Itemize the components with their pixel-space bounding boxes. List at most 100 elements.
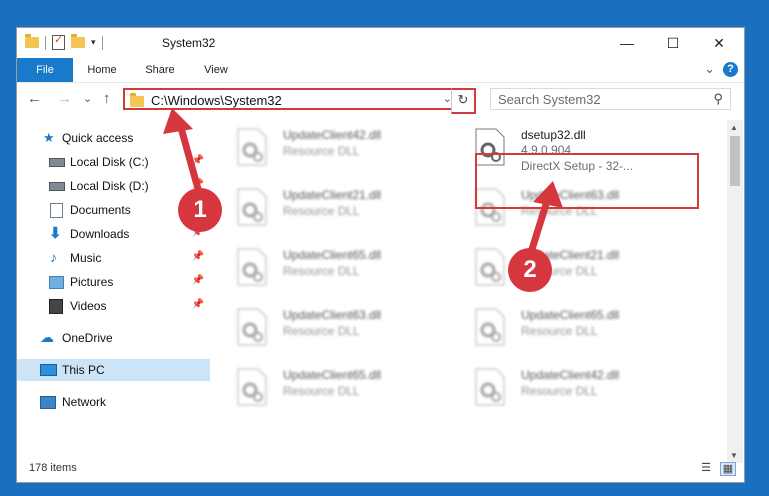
file-tile[interactable]: UpdateClient63.dll Resource DLL <box>217 305 447 351</box>
cloud-icon: ☁ <box>40 329 54 345</box>
download-icon: ⬇ <box>49 225 62 242</box>
star-icon: ★ <box>43 130 55 145</box>
file-name: UpdateClient65.dll <box>283 248 382 262</box>
file-tile[interactable]: UpdateClient21.dll Resource DLL <box>455 245 685 291</box>
scrollbar-thumb[interactable] <box>730 136 740 186</box>
file-tile[interactable]: UpdateClient65.dll Resource DLL <box>217 245 447 291</box>
tab-home[interactable]: Home <box>77 58 127 82</box>
file-name: UpdateClient21.dll <box>283 188 382 202</box>
tab-file[interactable]: File <box>17 58 73 82</box>
refresh-button[interactable]: ↻ <box>451 88 476 114</box>
file-name: UpdateClient42.dll <box>521 368 620 382</box>
sidebar-item-label: This PC <box>62 363 105 377</box>
file-name: UpdateClient65.dll <box>283 368 382 382</box>
file-description: Resource DLL <box>521 324 598 338</box>
navigation-bar: ← → ⌄ ↑ C:\Windows\System32 ⌄ ↻ Search S… <box>17 86 744 114</box>
close-button[interactable]: ✕ <box>696 28 742 58</box>
sidebar-item-videos[interactable]: Videos 📌 <box>17 295 210 317</box>
sidebar-item-local-disk-c[interactable]: Local Disk (C:) 📌 <box>17 151 210 173</box>
file-description: Resource DLL <box>283 204 360 218</box>
recent-locations-button[interactable]: ⌄ <box>83 92 92 105</box>
pin-icon[interactable]: 📌 <box>192 275 204 286</box>
address-path[interactable]: C:\Windows\System32 <box>151 93 282 108</box>
computer-icon <box>40 364 57 376</box>
sidebar-item-downloads[interactable]: ⬇ Downloads 📌 <box>17 223 210 245</box>
pin-icon[interactable]: 📌 <box>192 251 204 262</box>
folder-icon <box>130 93 144 107</box>
file-description: Resource DLL <box>283 264 360 278</box>
item-count: 178 items <box>29 462 77 474</box>
back-button[interactable]: ← <box>27 90 42 107</box>
minimize-button[interactable]: — <box>604 28 650 58</box>
tab-share[interactable]: Share <box>135 58 185 82</box>
sidebar-item-label: Videos <box>70 299 107 313</box>
sidebar-item-music[interactable]: ♪ Music 📌 <box>17 247 210 269</box>
sidebar-item-network[interactable]: Network <box>17 391 210 413</box>
title-bar: ▾ System32 — ☐ ✕ <box>17 28 744 58</box>
forward-button[interactable]: → <box>57 90 72 107</box>
file-tile[interactable]: UpdateClient65.dll Resource DLL <box>217 365 447 411</box>
details-view-icon[interactable]: ☰ <box>699 462 713 474</box>
dll-file-icon <box>237 368 267 406</box>
sidebar-item-label: Pictures <box>70 275 114 289</box>
sidebar-item-this-pc[interactable]: This PC <box>17 359 210 381</box>
dll-file-icon <box>475 308 505 346</box>
music-icon: ♪ <box>50 249 57 265</box>
pin-icon[interactable]: 📌 <box>192 155 204 166</box>
file-description: Resource DLL <box>283 324 360 338</box>
file-description: Resource DLL <box>521 384 598 398</box>
up-button[interactable]: ↑ <box>103 90 111 107</box>
search-input[interactable]: Search System32 <box>498 92 601 107</box>
sidebar-item-label: Local Disk (D:) <box>70 179 149 193</box>
file-name: UpdateClient65.dll <box>521 308 620 322</box>
step-badge-1: 1 <box>178 188 222 232</box>
file-tile[interactable]: UpdateClient65.dll Resource DLL <box>455 305 685 351</box>
file-explorer-window: ▾ System32 — ☐ ✕ File Home Share View ⌄ … <box>17 28 744 482</box>
toolbar-separator <box>45 35 46 50</box>
sidebar-item-label: OneDrive <box>62 331 113 345</box>
sidebar-item-local-disk-d[interactable]: Local Disk (D:) 📌 <box>17 175 210 197</box>
dll-file-icon <box>475 368 505 406</box>
search-icon: ⚲ <box>713 91 723 106</box>
drive-icon <box>49 158 65 167</box>
sidebar-item-pictures[interactable]: Pictures 📌 <box>17 271 210 293</box>
file-tile[interactable]: UpdateClient42.dll Resource DLL <box>455 365 685 411</box>
file-description: Resource DLL <box>283 144 360 158</box>
sidebar-item-label: Network <box>62 395 107 409</box>
ribbon-controls: ⌄ ? <box>704 61 738 77</box>
tab-view[interactable]: View <box>191 58 241 82</box>
file-name: UpdateClient42.dll <box>283 128 382 142</box>
sidebar-item-onedrive[interactable]: ☁ OneDrive <box>17 327 210 349</box>
vertical-scrollbar[interactable]: ▲ ▼ <box>727 120 743 463</box>
file-tile[interactable]: UpdateClient21.dll Resource DLL <box>217 185 447 231</box>
dll-file-icon <box>475 248 505 286</box>
quick-access-toolbar: ▾ <box>25 33 103 50</box>
new-folder-icon[interactable] <box>71 34 85 48</box>
maximize-button[interactable]: ☐ <box>650 28 696 58</box>
sidebar-item-label: Music <box>70 251 102 265</box>
documents-icon <box>50 203 63 218</box>
customize-toolbar-icon[interactable]: ▾ <box>91 37 96 48</box>
videos-icon <box>49 299 63 314</box>
properties-icon[interactable] <box>52 33 65 50</box>
navigation-pane: ★ Quick access Local Disk (C:) 📌 Local D… <box>17 123 210 453</box>
folder-icon <box>25 34 39 48</box>
dll-file-icon <box>237 128 267 166</box>
large-icons-view-icon[interactable]: ▦ <box>720 462 736 476</box>
dll-file-icon <box>237 188 267 226</box>
pin-icon[interactable]: 📌 <box>192 299 204 310</box>
search-box[interactable]: Search System32 ⚲ <box>490 88 731 110</box>
scroll-up-icon[interactable]: ▲ <box>730 123 738 132</box>
pictures-icon <box>49 276 64 289</box>
expand-ribbon-icon[interactable]: ⌄ <box>704 61 715 77</box>
drive-icon <box>49 182 65 191</box>
status-bar: 178 items ☰ ▦ <box>17 458 744 482</box>
sidebar-item-label: Quick access <box>62 131 134 145</box>
file-tile[interactable]: UpdateClient42.dll Resource DLL <box>217 125 447 171</box>
sidebar-item-label: Downloads <box>70 227 130 241</box>
window-title: System32 <box>162 36 216 50</box>
sidebar-item-quick-access[interactable]: ★ Quick access <box>17 127 210 149</box>
address-bar[interactable]: C:\Windows\System32 ⌄ ↻ <box>123 88 476 114</box>
help-icon[interactable]: ? <box>723 61 738 77</box>
dll-file-icon <box>237 248 267 286</box>
